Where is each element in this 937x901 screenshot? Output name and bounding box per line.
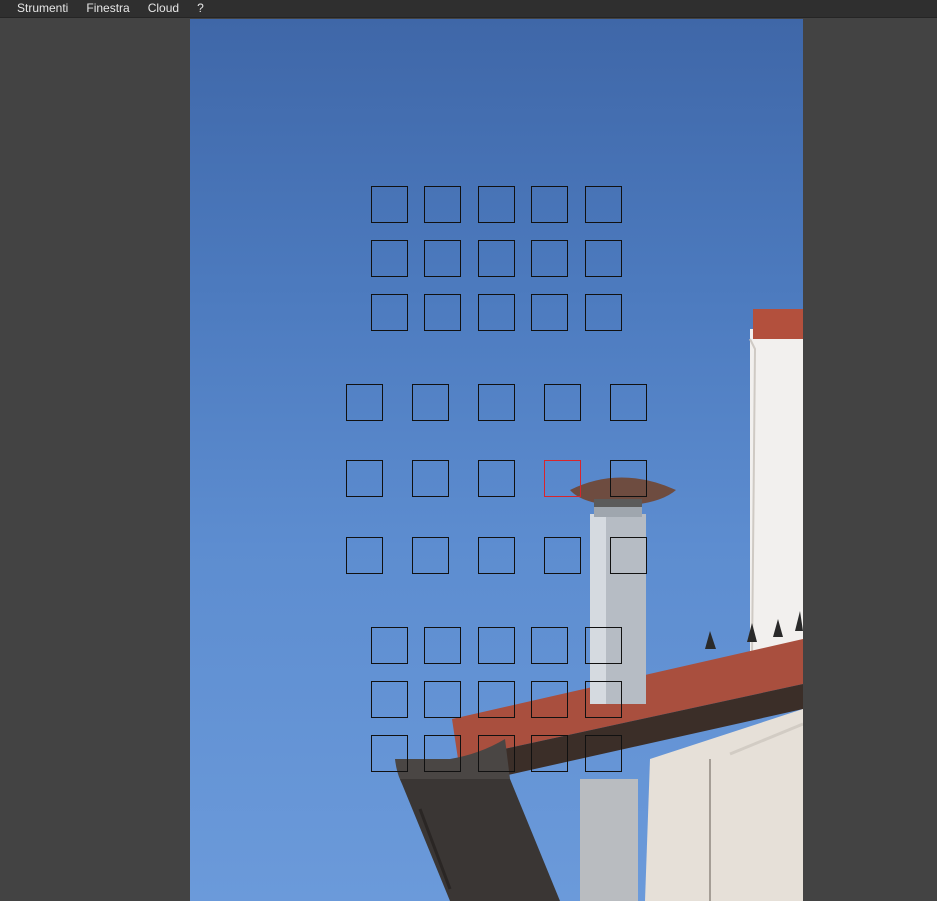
af-point[interactable]	[478, 294, 515, 331]
af-point[interactable]	[585, 186, 622, 223]
wall-cap	[753, 309, 803, 339]
af-point[interactable]	[531, 294, 568, 331]
menu-bar: Strumenti Finestra Cloud ?	[0, 0, 937, 18]
af-point[interactable]	[478, 627, 515, 664]
menu-strumenti[interactable]: Strumenti	[0, 2, 77, 15]
af-point[interactable]	[478, 735, 515, 772]
af-point[interactable]	[585, 735, 622, 772]
af-point[interactable]	[371, 735, 408, 772]
af-point[interactable]	[371, 627, 408, 664]
white-wall	[750, 329, 803, 659]
af-point[interactable]	[531, 681, 568, 718]
af-point[interactable]	[531, 240, 568, 277]
menu-finestra[interactable]: Finestra	[77, 2, 138, 15]
af-point[interactable]	[531, 627, 568, 664]
menu-cloud[interactable]: Cloud	[139, 2, 188, 15]
af-point[interactable]	[585, 627, 622, 664]
af-point[interactable]	[478, 240, 515, 277]
af-point[interactable]	[424, 186, 461, 223]
af-point[interactable]	[585, 681, 622, 718]
af-point[interactable]	[585, 240, 622, 277]
af-point[interactable]	[531, 186, 568, 223]
af-point[interactable]	[371, 294, 408, 331]
af-point[interactable]	[478, 537, 515, 574]
af-point[interactable]	[610, 460, 647, 497]
af-point[interactable]	[346, 537, 383, 574]
af-point[interactable]	[610, 537, 647, 574]
af-point[interactable]	[371, 186, 408, 223]
af-point[interactable]	[544, 537, 581, 574]
af-point[interactable]	[412, 537, 449, 574]
af-point-selected[interactable]	[544, 460, 581, 497]
af-point[interactable]	[412, 384, 449, 421]
menu-help[interactable]: ?	[188, 2, 213, 15]
af-point[interactable]	[371, 681, 408, 718]
photo-viewer[interactable]	[190, 19, 803, 901]
af-point[interactable]	[346, 384, 383, 421]
af-point[interactable]	[424, 735, 461, 772]
af-point[interactable]	[412, 460, 449, 497]
af-point[interactable]	[478, 681, 515, 718]
af-point[interactable]	[424, 627, 461, 664]
af-point[interactable]	[346, 460, 383, 497]
af-point[interactable]	[585, 294, 622, 331]
af-point[interactable]	[478, 460, 515, 497]
af-point[interactable]	[424, 681, 461, 718]
af-point[interactable]	[531, 735, 568, 772]
af-point[interactable]	[544, 384, 581, 421]
af-point[interactable]	[478, 384, 515, 421]
af-point[interactable]	[371, 240, 408, 277]
af-point[interactable]	[424, 240, 461, 277]
af-point[interactable]	[424, 294, 461, 331]
af-point[interactable]	[478, 186, 515, 223]
af-point[interactable]	[610, 384, 647, 421]
